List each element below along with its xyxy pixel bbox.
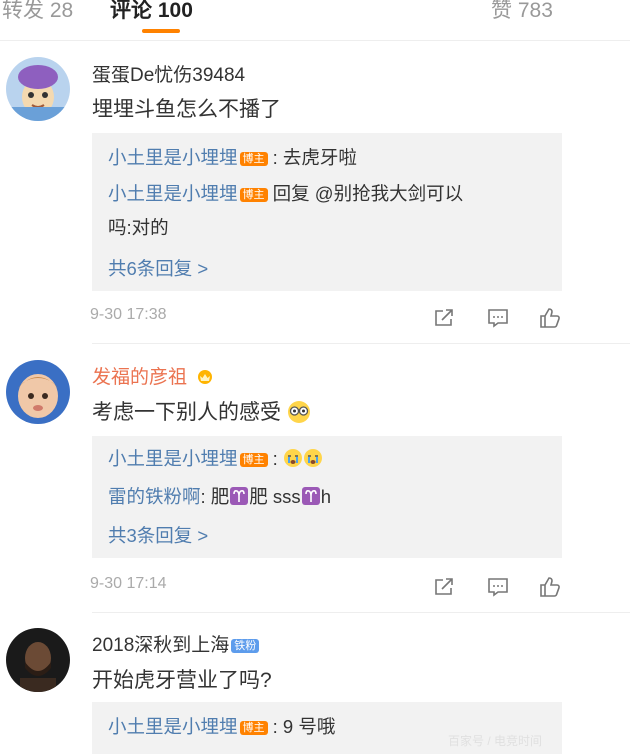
more-replies-link[interactable]: 共3条回复 > (108, 522, 208, 548)
username[interactable]: 2018深秋到上海 铁粉 (92, 630, 260, 657)
comment-icon[interactable] (486, 306, 510, 330)
reply-username[interactable]: 小土里是小埋埋 (108, 448, 238, 469)
reply-username[interactable]: 小土里是小埋埋 (108, 716, 238, 737)
watermark: 百家号 / 电竞时间 (448, 734, 543, 748)
reply-text: h (320, 486, 331, 507)
reply-box: 小土里是小埋埋 博主 : 雷的铁粉啊: 肥 肥 sss h 共3条回复 > (92, 436, 562, 558)
share-icon[interactable] (432, 575, 456, 599)
reply-text: : 去虎牙啦 (272, 147, 357, 168)
fan-badge: 铁粉 (231, 638, 260, 653)
reply-username[interactable]: 小土里是小埋埋 (108, 147, 238, 168)
comment-text: 开始虎牙营业了吗? (92, 669, 272, 692)
comment-footer: 9-30 17:14 (90, 575, 560, 599)
avatar-image-icon (6, 360, 70, 424)
reply-text: : 9 号哦 (272, 716, 336, 737)
comment-time: 9-30 17:38 (90, 306, 167, 323)
tabs-divider (0, 40, 630, 41)
username[interactable]: 蛋蛋De忧伤39484 (92, 60, 245, 87)
reply-item: 小土里是小埋埋 博主 : 去虎牙啦 (108, 145, 357, 171)
more-replies-link[interactable]: 共6条回复 > (108, 255, 208, 281)
crying-emoji-icon (283, 449, 302, 467)
reply-text: 肥 sss (249, 486, 301, 507)
crying-emoji-icon (303, 449, 322, 467)
avatar-image-icon (6, 57, 70, 121)
avatar[interactable] (6, 628, 70, 692)
comment-divider (92, 343, 630, 344)
share-icon[interactable] (432, 306, 456, 330)
reply-box: 小土里是小埋埋 博主 : 去虎牙啦 小土里是小埋埋 博主 回复 @别抢我大剑可以 吗… (92, 133, 562, 291)
username[interactable]: 发福的彦祖 (92, 362, 214, 389)
reply-text: 回复 @别抢我大剑可以 (272, 183, 464, 204)
comment-tabs: 转发 28 评论 100 赞 783 (0, 0, 630, 40)
reply-item: 雷的铁粉啊: 肥 肥 sss h (108, 484, 331, 510)
active-tab-indicator (142, 29, 180, 33)
avatar-image-icon (6, 628, 70, 692)
reply-username[interactable]: 小土里是小埋埋 (108, 183, 238, 204)
tab-repost[interactable]: 转发 28 (2, 0, 73, 24)
tab-comments[interactable]: 评论 100 (110, 0, 193, 24)
like-icon[interactable] (538, 575, 562, 599)
reply-item: 小土里是小埋埋 博主 回复 @别抢我大剑可以 (108, 181, 463, 207)
reply-item: 小土里是小埋埋 博主 : (108, 446, 323, 472)
aries-emoji-icon (230, 487, 249, 505)
comment-icon[interactable] (486, 575, 510, 599)
reply-text: : 肥 (200, 486, 230, 507)
reply-text: : (272, 448, 278, 469)
comment-text: 埋埋斗鱼怎么不播了 (92, 98, 281, 121)
comment-text: 考虑一下别人的感受 (92, 396, 311, 426)
blogger-badge: 博主 (239, 188, 268, 203)
blogger-badge: 博主 (239, 453, 268, 468)
reply-username[interactable]: 雷的铁粉啊 (108, 486, 201, 507)
comment-footer: 9-30 17:38 (90, 306, 560, 330)
crown-icon (198, 370, 213, 384)
reply-item: 小土里是小埋埋 博主 : 9 号哦 (108, 714, 335, 740)
avatar[interactable] (6, 57, 70, 121)
avatar[interactable] (6, 360, 70, 424)
blogger-badge: 博主 (239, 721, 268, 736)
blogger-badge: 博主 (239, 152, 268, 167)
like-icon[interactable] (538, 306, 562, 330)
aries-emoji-icon (301, 487, 320, 505)
reply-text-continued: 吗:对的 (108, 217, 169, 238)
comment-divider (92, 612, 630, 613)
comment-time: 9-30 17:14 (90, 575, 167, 592)
glasses-emoji-icon (287, 401, 310, 423)
tab-likes[interactable]: 赞 783 (491, 0, 553, 24)
